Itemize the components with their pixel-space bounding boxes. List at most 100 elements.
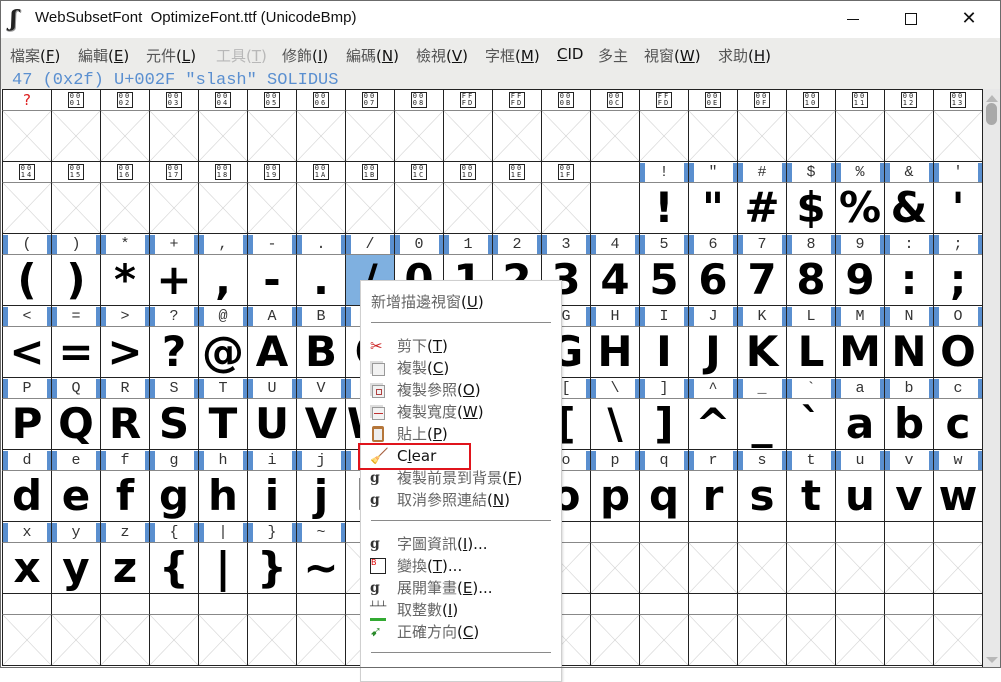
glyph-cell[interactable]: 00 19 (247, 161, 296, 233)
glyph-cell[interactable] (590, 521, 639, 593)
glyph-cell[interactable] (835, 521, 884, 593)
menu-7[interactable]: 字框(M) (485, 45, 540, 66)
context-menu-item[interactable]: 複製(C) (361, 357, 561, 379)
menu-1[interactable]: 編輯(E) (78, 45, 129, 66)
glyph-cell[interactable]: uu (835, 449, 884, 521)
menu-9[interactable]: 多主 (598, 45, 628, 66)
glyph-cell[interactable]: 00 11 (835, 89, 884, 161)
glyph-cell[interactable]: 00 1F (541, 161, 590, 233)
glyph-cell[interactable] (688, 521, 737, 593)
glyph-cell[interactable]: 00 15 (51, 161, 100, 233)
glyph-cell[interactable] (149, 593, 198, 665)
glyph-cell[interactable]: II (639, 305, 688, 377)
context-menu-item[interactable]: g 展開筆畫(E)... (361, 577, 561, 599)
glyph-cell[interactable]: 00 12 (884, 89, 933, 161)
glyph-cell[interactable]: ' ' (933, 161, 982, 233)
glyph-cell[interactable]: > > (100, 305, 149, 377)
glyph-cell[interactable]: LL (786, 305, 835, 377)
glyph-cell[interactable]: KK (737, 305, 786, 377)
glyph-cell[interactable]: 00 06 (296, 89, 345, 161)
scroll-up-arrow-icon[interactable] (986, 95, 998, 102)
glyph-cell[interactable] (737, 593, 786, 665)
glyph-cell[interactable]: 00 16 (100, 161, 149, 233)
glyph-cell[interactable]: BB (296, 305, 345, 377)
glyph-cell[interactable] (51, 593, 100, 665)
menu-5[interactable]: 編碼(N) (346, 45, 399, 66)
glyph-cell[interactable]: ? (2, 89, 51, 161)
glyph-cell[interactable] (639, 521, 688, 593)
context-menu-item[interactable]: 複製寬度(W) (361, 401, 561, 423)
glyph-cell[interactable]: 00 13 (933, 89, 982, 161)
glyph-cell[interactable]: tt (786, 449, 835, 521)
glyph-cell[interactable]: (( (2, 233, 51, 305)
glyph-cell[interactable]: 00 0F (737, 89, 786, 161)
glyph-cell[interactable] (296, 593, 345, 665)
glyph-cell[interactable]: 00 0C (590, 89, 639, 161)
glyph-cell[interactable]: {{ (149, 521, 198, 593)
context-menu-item[interactable]: ✂ 剪下(T) (361, 335, 561, 357)
glyph-cell[interactable]: MM (835, 305, 884, 377)
glyph-cell[interactable]: ` ` (786, 377, 835, 449)
glyph-cell[interactable]: QQ (51, 377, 100, 449)
glyph-cell[interactable]: \ \ (590, 377, 639, 449)
glyph-cell[interactable]: @ @ (198, 305, 247, 377)
glyph-cell[interactable]: = = (51, 305, 100, 377)
glyph-cell[interactable]: | | (198, 521, 247, 593)
glyph-cell[interactable]: 00 1C (394, 161, 443, 233)
glyph-cell[interactable]: + + (149, 233, 198, 305)
glyph-cell[interactable]: 88 (786, 233, 835, 305)
glyph-cell[interactable]: SS (149, 377, 198, 449)
glyph-cell[interactable]: ff (100, 449, 149, 521)
glyph-cell[interactable]: HH (590, 305, 639, 377)
glyph-cell[interactable]: 00 17 (149, 161, 198, 233)
glyph-cell[interactable]: 00 04 (198, 89, 247, 161)
glyph-cell[interactable]: %% (835, 161, 884, 233)
glyph-cell[interactable]: " " (688, 161, 737, 233)
glyph-cell[interactable]: hh (198, 449, 247, 521)
glyph-cell[interactable]: PP (2, 377, 51, 449)
glyph-cell[interactable]: rr (688, 449, 737, 521)
glyph-cell[interactable]: 00 0E (688, 89, 737, 161)
glyph-cell[interactable]: ?? (149, 305, 198, 377)
context-menu-item[interactable]: 貼上(P) (361, 423, 561, 445)
context-menu-item[interactable]: 🧹 Clear (358, 443, 561, 470)
glyph-cell[interactable]: UU (247, 377, 296, 449)
glyph-cell[interactable]: VV (296, 377, 345, 449)
glyph-cell[interactable]: # # (737, 161, 786, 233)
context-menu-item[interactable]: g 字圖資訊(I)... (361, 533, 561, 555)
menu-2[interactable]: 元件(L) (146, 45, 196, 66)
glyph-cell[interactable]: 00 1B (345, 161, 394, 233)
glyph-cell[interactable] (933, 593, 982, 665)
glyph-cell[interactable]: ;; (933, 233, 982, 305)
glyph-cell[interactable] (2, 593, 51, 665)
context-menu-item[interactable]: 複製參照(O) (361, 379, 561, 401)
glyph-cell[interactable]: ]] (639, 377, 688, 449)
glyph-cell[interactable]: OO (933, 305, 982, 377)
glyph-cell[interactable]: 00 1E (492, 161, 541, 233)
menu-4[interactable]: 修飾(I) (282, 45, 328, 66)
glyph-cell[interactable] (639, 593, 688, 665)
context-menu-item[interactable]: 新增描邊視窗(U) (361, 291, 561, 313)
glyph-cell[interactable]: !! (639, 161, 688, 233)
glyph-cell[interactable]: bb (884, 377, 933, 449)
glyph-cell[interactable]: pp (590, 449, 639, 521)
context-menu-item[interactable]: g 取消參照連結(N) (361, 489, 561, 511)
glyph-cell[interactable]: RR (100, 377, 149, 449)
glyph-cell[interactable]: 00 08 (394, 89, 443, 161)
glyph-cell[interactable] (835, 593, 884, 665)
glyph-cell[interactable] (198, 593, 247, 665)
glyph-cell[interactable]: NN (884, 305, 933, 377)
glyph-cell[interactable] (590, 593, 639, 665)
glyph-cell[interactable] (737, 521, 786, 593)
glyph-cell[interactable]: 00 05 (247, 89, 296, 161)
glyph-cell[interactable]: ,, (198, 233, 247, 305)
glyph-cell[interactable]: yy (51, 521, 100, 593)
glyph-cell[interactable]: 00 1D (443, 161, 492, 233)
glyph-cell[interactable]: ee (51, 449, 100, 521)
glyph-cell[interactable]: zz (100, 521, 149, 593)
glyph-cell[interactable] (884, 593, 933, 665)
glyph-cell[interactable]: cc (933, 377, 982, 449)
glyph-cell[interactable]: 00 10 (786, 89, 835, 161)
glyph-cell[interactable] (933, 521, 982, 593)
glyph-cell[interactable]: FF FD (443, 89, 492, 161)
